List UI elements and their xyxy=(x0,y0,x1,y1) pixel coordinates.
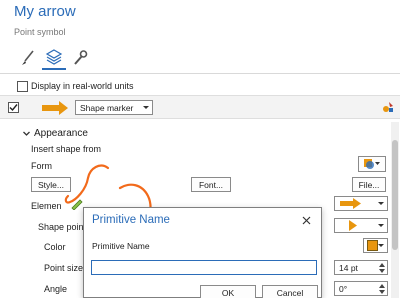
primitive-name-dialog: Primitive Name Primitive Name OK Cancel xyxy=(83,207,322,298)
form-label: Form xyxy=(31,161,52,171)
insert-shape-label: Insert shape from xyxy=(31,144,102,154)
tab-divider xyxy=(0,73,400,74)
marker-layer-checkbox[interactable] xyxy=(8,102,19,113)
realworld-units-checkbox[interactable] xyxy=(17,81,28,92)
chevron-down-icon xyxy=(378,202,384,205)
appearance-label: Appearance xyxy=(34,128,88,139)
appearance-header[interactable]: Appearance xyxy=(22,128,88,139)
chevron-down-icon xyxy=(143,106,149,109)
chevron-down-icon xyxy=(378,224,384,227)
spinner-icon[interactable] xyxy=(379,262,385,274)
element-preview-select[interactable] xyxy=(334,196,388,211)
point-size-input[interactable]: 14 pt xyxy=(334,260,388,275)
realworld-units-label: Display in real-world units xyxy=(31,81,134,91)
color-swatch xyxy=(367,240,378,251)
point-size-value: 14 pt xyxy=(339,262,358,273)
ok-button[interactable]: OK xyxy=(200,285,256,298)
form-gallery-button[interactable] xyxy=(358,156,386,172)
color-label: Color xyxy=(44,242,66,252)
paintbrush-icon xyxy=(22,50,34,65)
shape-point-label: Shape poin xyxy=(38,222,84,232)
pane-subtitle: Point symbol xyxy=(14,27,66,37)
arrow-swatch-icon xyxy=(340,198,361,209)
scrollbar-thumb[interactable] xyxy=(392,140,398,250)
primitive-name-input[interactable] xyxy=(91,260,317,275)
primitive-name-label: Primitive Name xyxy=(92,241,150,251)
spinner-icon[interactable] xyxy=(379,283,385,295)
close-button[interactable] xyxy=(299,213,313,227)
shape-point-select[interactable] xyxy=(334,218,388,233)
checkmark-icon xyxy=(9,104,18,112)
angle-input[interactable]: 0° xyxy=(334,281,388,296)
tab-properties[interactable] xyxy=(16,46,40,70)
point-size-label: Point size xyxy=(44,263,84,273)
wrench-icon xyxy=(74,50,88,65)
font-button[interactable]: Font... xyxy=(191,177,231,192)
marker-type-value: Shape marker xyxy=(80,102,134,113)
symbol-tabbar xyxy=(0,44,400,74)
chevron-down-icon xyxy=(23,131,30,136)
angle-label: Angle xyxy=(44,284,68,294)
element-label: Elemen xyxy=(31,201,62,211)
angle-value: 0° xyxy=(339,283,348,294)
tab-structure[interactable] xyxy=(68,46,92,70)
shape-gallery-icon xyxy=(364,159,380,169)
close-icon xyxy=(302,216,310,224)
marker-type-select[interactable]: Shape marker xyxy=(75,100,153,115)
layers-icon xyxy=(45,49,63,65)
file-button[interactable]: File... xyxy=(352,177,386,192)
dialog-title: Primitive Name xyxy=(92,214,170,226)
arrow-swatch-icon xyxy=(349,220,357,231)
chevron-down-icon xyxy=(378,244,384,247)
color-picker[interactable] xyxy=(363,238,388,253)
marker-layer-row[interactable]: Shape marker xyxy=(0,95,400,119)
layer-options-icon[interactable] xyxy=(381,100,395,114)
cancel-button[interactable]: Cancel xyxy=(262,285,318,298)
pane-title: My arrow xyxy=(14,3,76,20)
tab-layers[interactable] xyxy=(42,46,66,70)
